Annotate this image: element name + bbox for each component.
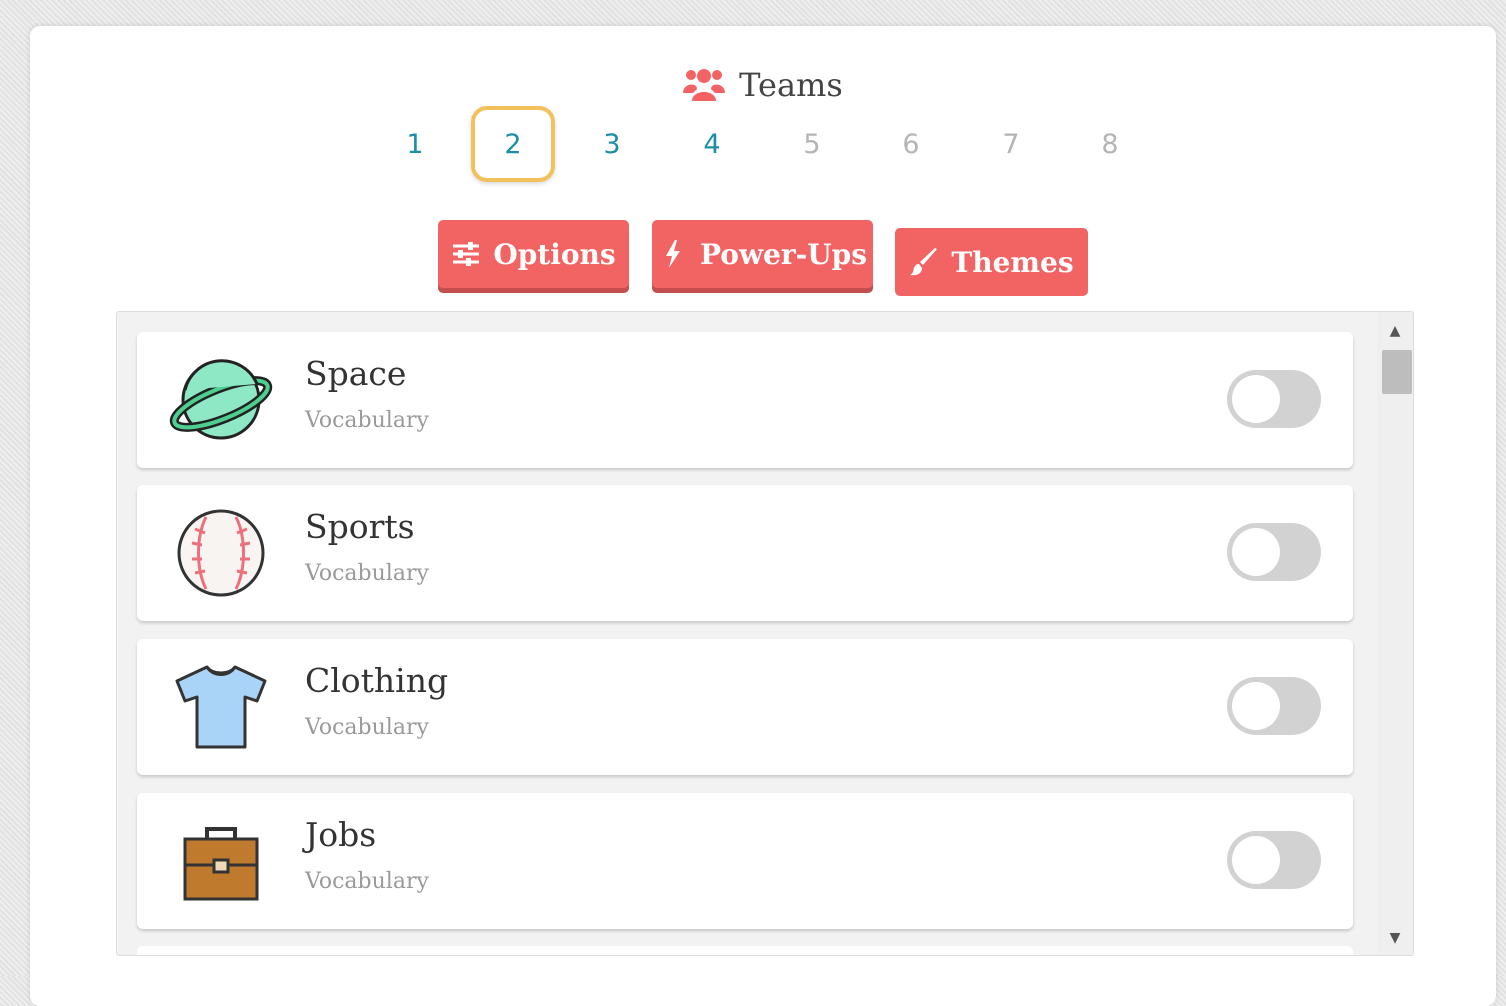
page-title: Teams xyxy=(739,66,843,104)
list-item-clothing[interactable]: Clothing Vocabulary xyxy=(137,639,1353,775)
theme-subtitle: Vocabulary xyxy=(305,408,429,433)
team-count-2[interactable]: 2 xyxy=(471,106,555,182)
theme-toggle[interactable] xyxy=(1227,370,1321,428)
team-count-6: 6 xyxy=(902,128,920,160)
theme-subtitle: Vocabulary xyxy=(305,561,429,586)
teams-panel: Teams 1 2 3 4 5 6 7 8 Options Power-Ups … xyxy=(30,26,1496,1006)
team-count-1[interactable]: 1 xyxy=(373,106,457,182)
theme-toggle[interactable] xyxy=(1227,831,1321,889)
bolt-icon xyxy=(665,240,680,268)
scrollbar-thumb[interactable] xyxy=(1382,350,1412,394)
list-item-sports[interactable]: Sports Vocabulary xyxy=(137,485,1353,621)
toolbar: Options Power-Ups Themes xyxy=(30,218,1496,298)
baseball-icon xyxy=(177,509,265,597)
planet-icon xyxy=(169,359,273,440)
team-count-8: 8 xyxy=(1101,128,1119,160)
sliders-icon xyxy=(453,242,480,266)
paintbrush-icon xyxy=(910,248,938,276)
tshirt-icon xyxy=(175,665,267,749)
themes-button[interactable]: Themes xyxy=(895,228,1088,296)
scroll-up-arrow-icon[interactable]: ▲ xyxy=(1377,320,1413,342)
toggle-knob xyxy=(1232,682,1280,730)
team-count-5: 5 xyxy=(803,128,821,160)
powerups-button[interactable]: Power-Ups xyxy=(652,220,873,288)
users-icon xyxy=(683,69,726,101)
theme-title: Sports xyxy=(305,507,415,546)
options-label: Options xyxy=(493,237,616,271)
theme-subtitle: Vocabulary xyxy=(305,715,429,740)
list-item-partial xyxy=(137,946,1353,955)
theme-title: Jobs xyxy=(305,815,377,854)
options-button[interactable]: Options xyxy=(438,220,629,288)
teams-header: Teams xyxy=(30,66,1496,104)
team-count-3[interactable]: 3 xyxy=(570,106,654,182)
list-item-jobs[interactable]: Jobs Vocabulary xyxy=(137,793,1353,929)
theme-list[interactable]: Space Vocabulary Sports Vocabulary Cloth… xyxy=(116,311,1414,956)
powerups-label: Power-Ups xyxy=(699,237,868,271)
team-count-selector: 1 2 3 4 5 6 7 8 xyxy=(30,106,1496,184)
themes-label: Themes xyxy=(951,245,1074,279)
theme-title: Space xyxy=(305,354,407,393)
theme-title: Clothing xyxy=(305,661,449,700)
theme-subtitle: Vocabulary xyxy=(305,869,429,894)
list-scrollbar[interactable]: ▲ ▼ xyxy=(1377,312,1413,955)
toggle-knob xyxy=(1232,836,1280,884)
briefcase-icon xyxy=(183,827,259,901)
theme-toggle[interactable] xyxy=(1227,677,1321,735)
scroll-down-arrow-icon[interactable]: ▼ xyxy=(1377,927,1413,949)
team-count-7: 7 xyxy=(1002,128,1020,160)
toggle-knob xyxy=(1232,375,1280,423)
list-item-space[interactable]: Space Vocabulary xyxy=(137,332,1353,468)
theme-toggle[interactable] xyxy=(1227,523,1321,581)
team-count-4[interactable]: 4 xyxy=(670,106,754,182)
toggle-knob xyxy=(1232,528,1280,576)
